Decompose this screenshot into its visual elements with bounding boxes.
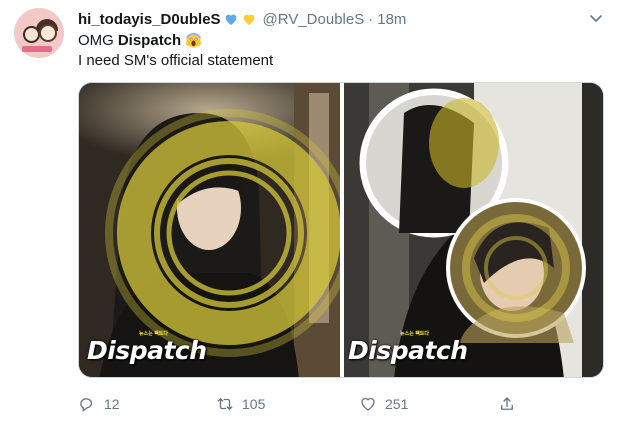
tweet-text-prefix: OMG xyxy=(78,32,114,49)
photo-left-watermark-sub: 뉴스는 팩트다 xyxy=(139,331,168,337)
like-count: 251 xyxy=(385,396,409,412)
user-handle[interactable]: @RV_DoubleS xyxy=(263,11,365,28)
header-separator: · xyxy=(368,10,374,28)
photo-left-watermark: Dispatch xyxy=(87,336,207,365)
photo-right[interactable]: Dispatch 뉴스는 팩트다 xyxy=(344,83,603,377)
avatar-band xyxy=(22,46,52,52)
chevron-down-icon[interactable] xyxy=(588,12,604,26)
tweet-timestamp[interactable]: 18m xyxy=(377,11,406,28)
heart-icon xyxy=(361,397,375,411)
retweet-icon xyxy=(217,398,233,410)
share-button[interactable] xyxy=(498,395,524,413)
action-bar: 12 105 251 xyxy=(78,395,538,415)
tweet-text-line-2: I need SM's official statement xyxy=(78,52,274,69)
blue-heart-icon xyxy=(225,14,236,25)
tweet-text-line-1: OMG Dispatch xyxy=(78,32,202,49)
yellow-heart-icon xyxy=(243,14,254,25)
photo-right-watermark-sub: 뉴스는 팩트다 xyxy=(400,331,429,337)
retweet-button[interactable]: 105 xyxy=(216,395,265,413)
share-icon xyxy=(501,397,513,410)
media-grid: Dispatch 뉴스는 팩트다 Dispatch 뉴스는 팩트다 xyxy=(78,82,604,378)
screaming-face-icon xyxy=(186,32,201,48)
photo-right-watermark: Dispatch xyxy=(348,336,468,365)
reply-button[interactable]: 12 xyxy=(78,395,120,413)
retweet-count: 105 xyxy=(242,396,266,412)
avatar[interactable] xyxy=(14,8,64,58)
tweet-text-bold: Dispatch xyxy=(117,32,182,49)
avatar-face-left xyxy=(23,26,40,43)
like-button[interactable]: 251 xyxy=(359,395,408,413)
photo-left[interactable]: Dispatch 뉴스는 팩트다 xyxy=(79,83,340,377)
tweet-card: hi_todayis_D0ubleS @RV_DoubleS · 18m OMG… xyxy=(0,0,620,424)
display-name[interactable]: hi_todayis_D0ubleS xyxy=(78,11,221,28)
reply-icon xyxy=(80,398,93,412)
avatar-face-right xyxy=(39,24,57,42)
tweet-header: hi_todayis_D0ubleS @RV_DoubleS · 18m xyxy=(78,9,406,29)
reply-count: 12 xyxy=(104,396,120,412)
photo-left-art xyxy=(79,83,340,377)
photo-right-art xyxy=(344,83,603,377)
